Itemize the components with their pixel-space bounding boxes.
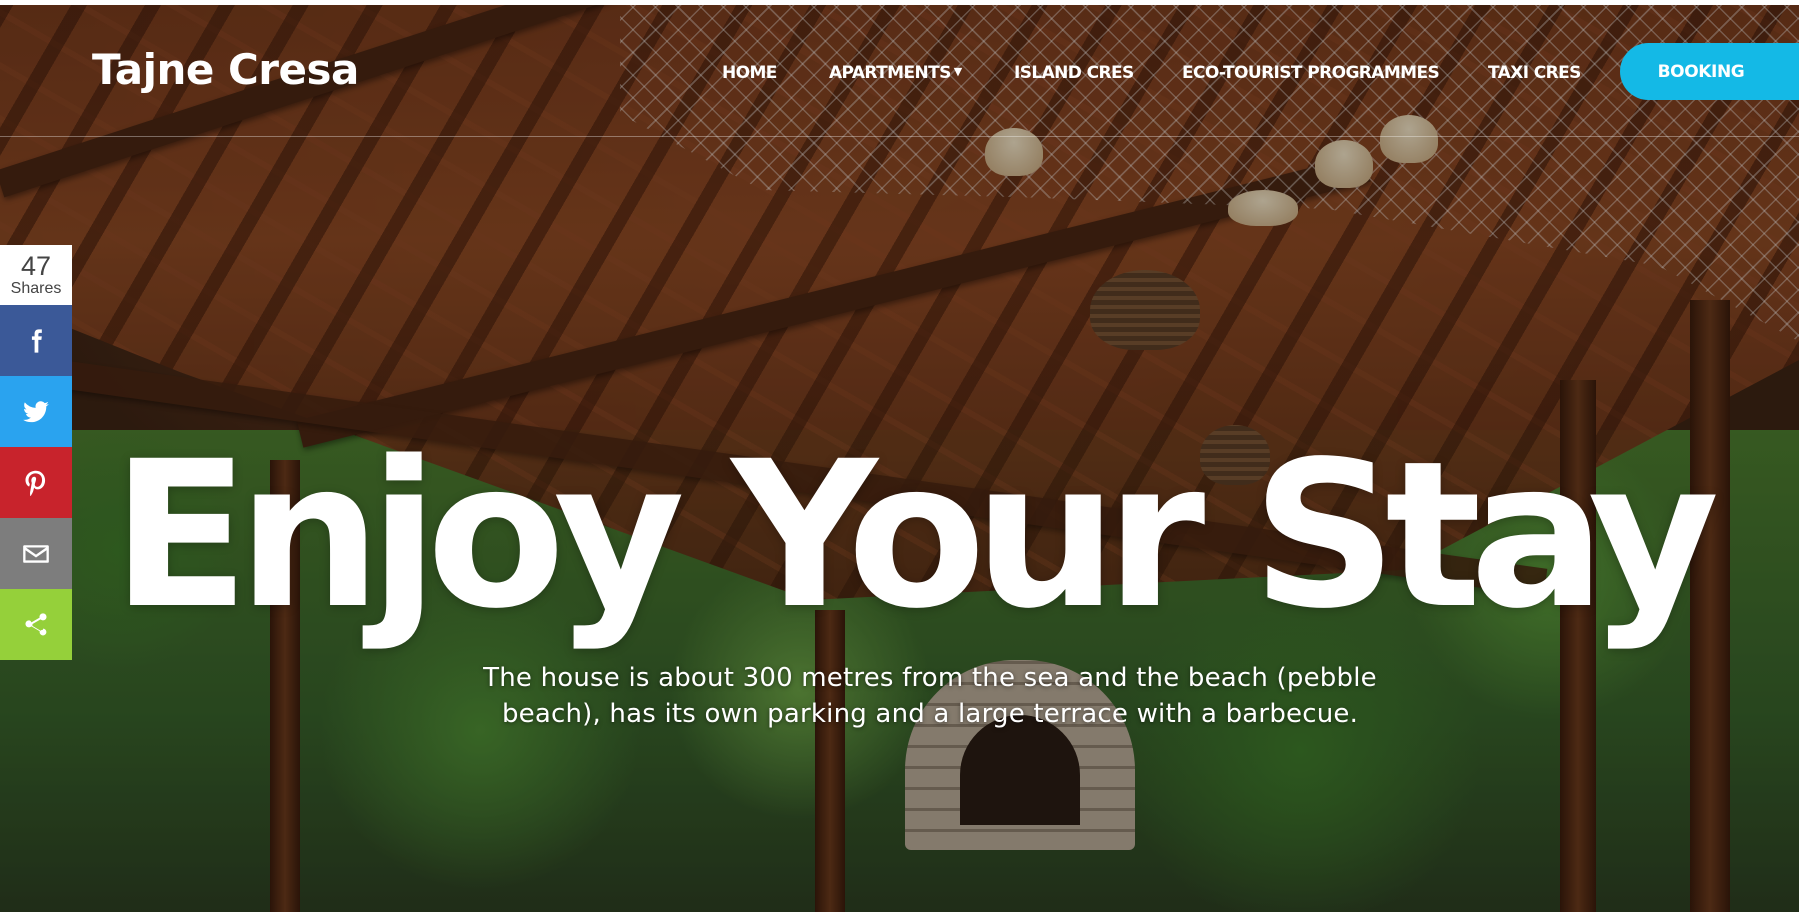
hero-subtitle: The house is about 300 metres from the s… xyxy=(450,660,1410,732)
facebook-share-button[interactable] xyxy=(0,305,72,376)
share-count-label: Shares xyxy=(10,280,62,297)
chevron-down-icon: ▼ xyxy=(953,65,962,78)
nav-item-home[interactable]: HOME xyxy=(722,63,777,83)
nav-item-island-cres[interactable]: ISLAND CRES xyxy=(1014,63,1134,83)
booking-button[interactable]: BOOKING xyxy=(1620,43,1799,100)
nav-item-apartments[interactable]: APARTMENTS ▼ xyxy=(829,63,962,83)
hero-subtitle-line: beach), has its own parking and a large … xyxy=(501,699,1359,729)
nav-item-label: ISLAND CRES xyxy=(1014,63,1134,83)
nav-item-label: HOME xyxy=(722,63,777,83)
nav-item-label: TAXI CRES xyxy=(1488,63,1581,83)
share-count-number: 47 xyxy=(20,251,52,281)
site-logo[interactable]: Tajne Cresa xyxy=(92,45,359,94)
nav-item-eco-tourist-programmes[interactable]: ECO-TOURIST PROGRAMMES xyxy=(1182,63,1440,83)
nav-item-taxi-cres[interactable]: TAXI CRES xyxy=(1488,63,1581,83)
hero-headline: Enjoy Your Stay xyxy=(111,417,1720,653)
facebook-icon xyxy=(31,328,42,353)
hero-subtitle-line: The house is about 300 metres from the s… xyxy=(483,663,1377,693)
site-header: Tajne Cresa HOME APARTMENTS ▼ ISLAND CRES… xyxy=(0,5,1799,137)
share-count: 47 Shares xyxy=(0,245,72,305)
nav-item-label: APARTMENTS xyxy=(829,63,951,83)
nav-item-label: ECO-TOURIST PROGRAMMES xyxy=(1182,63,1440,83)
